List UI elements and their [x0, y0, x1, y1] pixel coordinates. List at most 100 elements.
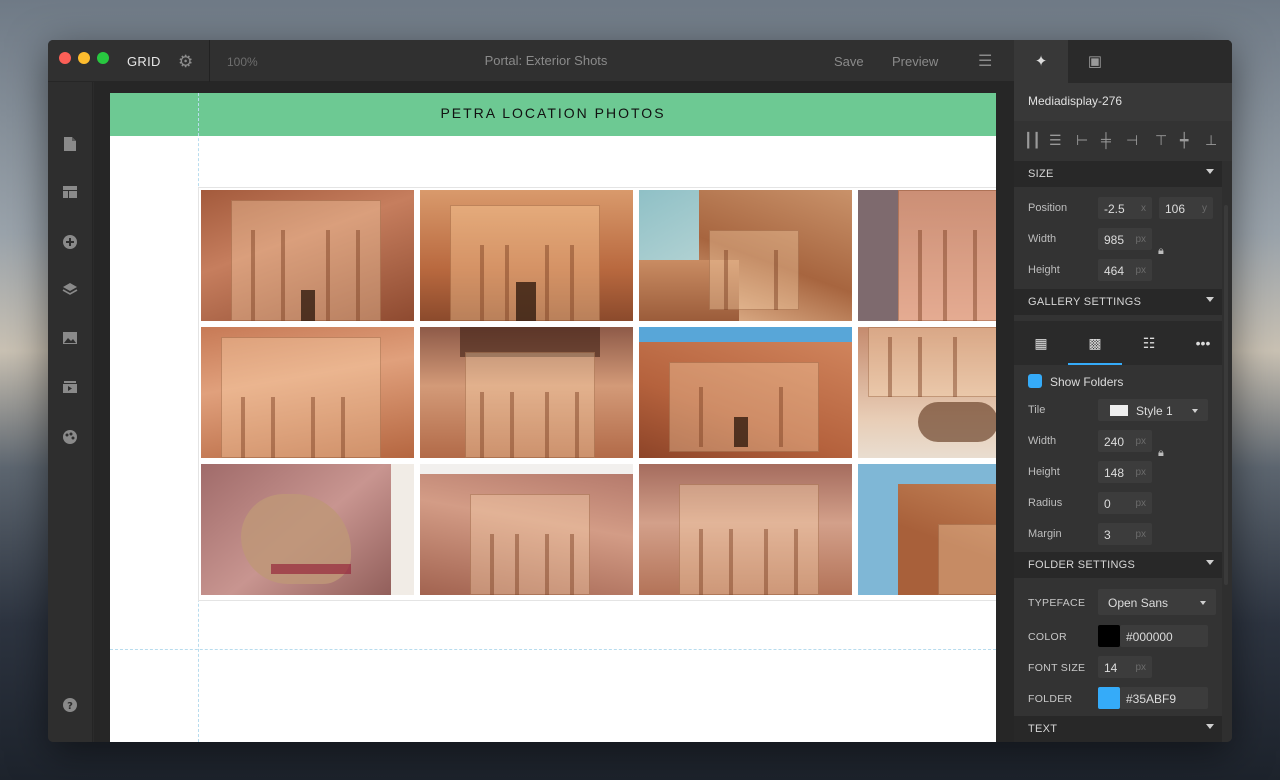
- align-middle-icon[interactable]: ┿: [1180, 132, 1188, 149]
- chevron-down-icon: [1206, 724, 1214, 729]
- magic-wand-icon[interactable]: ✦: [1014, 40, 1068, 83]
- folder-color-label: FOLDER: [1028, 693, 1073, 705]
- tile-width-label: Width: [1028, 435, 1057, 447]
- width-input[interactable]: 985 px: [1098, 228, 1152, 250]
- guide-horizontal: [110, 649, 996, 650]
- page-title[interactable]: PETRA LOCATION PHOTOS: [110, 105, 996, 121]
- font-color-input[interactable]: #000000: [1120, 625, 1208, 647]
- margin-input[interactable]: 3 px: [1098, 523, 1152, 545]
- chevron-down-icon: [1206, 297, 1214, 302]
- photo-treasury-front[interactable]: [201, 327, 414, 458]
- photo-treasury-columns[interactable]: [858, 190, 996, 321]
- help-icon[interactable]: ?: [60, 697, 80, 717]
- align-center-horizontal-icon[interactable]: ╪: [1101, 132, 1111, 148]
- text-section-title: TEXT: [1028, 723, 1058, 735]
- mosaic-layout-icon[interactable]: ▦: [1014, 321, 1068, 365]
- radius-label: Radius: [1028, 497, 1063, 509]
- text-section-header[interactable]: TEXT: [1014, 716, 1222, 742]
- distribute-vertical-icon[interactable]: ☰: [1049, 132, 1062, 149]
- radius-input[interactable]: 0 px: [1098, 492, 1152, 514]
- typeface-label: TYPEFACE: [1028, 597, 1086, 609]
- font-size-input[interactable]: 14 px: [1098, 656, 1152, 678]
- photo-treasury-wide[interactable]: [420, 464, 633, 595]
- tile-style-swatch: [1110, 405, 1128, 416]
- tile-height-label: Height: [1028, 466, 1060, 478]
- photo-camels-treasury[interactable]: [858, 327, 996, 458]
- tile-label: Tile: [1028, 404, 1046, 416]
- distribute-horizontal-icon[interactable]: ┃┃: [1024, 132, 1041, 149]
- show-folders-checkbox[interactable]: [1028, 374, 1042, 388]
- gallery-settings-header[interactable]: GALLERY SETTINGS: [1014, 289, 1222, 315]
- image-icon[interactable]: [60, 331, 80, 351]
- gallery-settings-section: ▦ ▩ ☷ ••• Show Folders Tile Style 1 Widt…: [1014, 315, 1222, 553]
- photo-treasury-angle[interactable]: [639, 464, 852, 595]
- lock-aspect-icon[interactable]: 🔒︎: [1158, 245, 1164, 258]
- layout-icon[interactable]: [60, 185, 80, 205]
- page-artboard[interactable]: PETRA LOCATION PHOTOS: [110, 93, 996, 742]
- alignment-toolbar: ┃┃ ☰ ⊢ ╪ ⊣ ⊤ ┿ ⊥: [1014, 121, 1232, 161]
- show-folders-label: Show Folders: [1050, 375, 1124, 389]
- save-button[interactable]: Save: [834, 54, 864, 69]
- grid-layout-icon[interactable]: ▩: [1068, 321, 1122, 365]
- size-section: Position -2.5 x 106 y Width 985 px Heigh…: [1014, 187, 1222, 289]
- media-gallery[interactable]: [201, 190, 996, 596]
- media-tab-icon[interactable]: ▣: [1068, 40, 1122, 83]
- folder-settings-title: FOLDER SETTINGS: [1028, 559, 1136, 571]
- tile-style-select[interactable]: Style 1: [1098, 399, 1208, 421]
- tile-width-input[interactable]: 240 px: [1098, 430, 1152, 452]
- element-name-bar: Mediadisplay-276: [1014, 83, 1232, 121]
- photo-treasury-low-angle[interactable]: [420, 190, 633, 321]
- folder-settings-section: TYPEFACE Open Sans COLOR #000000 FONT SI…: [1014, 578, 1222, 716]
- inspector-panel: ✦ ▣ Mediadisplay-276 ┃┃ ☰ ⊢ ╪ ⊣ ⊤ ┿ ⊥ SI…: [1014, 40, 1232, 742]
- chevron-down-icon: [1206, 169, 1214, 174]
- chevron-down-icon: [1192, 409, 1198, 413]
- photo-treasury-canyon[interactable]: [639, 327, 852, 458]
- titlebar: GRID ⚙ 100% Portal: Exterior Shots Save …: [48, 40, 1014, 82]
- element-name[interactable]: Mediadisplay-276: [1028, 94, 1122, 108]
- typeface-select[interactable]: Open Sans: [1098, 589, 1216, 615]
- more-options-icon[interactable]: •••: [1176, 321, 1230, 365]
- gallery-layout-tabs: ▦ ▩ ☷ •••: [1014, 321, 1222, 365]
- page-icon[interactable]: [60, 136, 80, 156]
- photo-treasury-sky[interactable]: [639, 190, 852, 321]
- media-icon[interactable]: [60, 380, 80, 400]
- size-section-header[interactable]: SIZE: [1014, 161, 1222, 187]
- photo-treasury-carved[interactable]: [420, 327, 633, 458]
- design-canvas[interactable]: PETRA LOCATION PHOTOS: [94, 82, 1014, 742]
- list-layout-icon[interactable]: ☷: [1122, 321, 1176, 365]
- svg-text:?: ?: [67, 701, 73, 712]
- add-icon[interactable]: [60, 234, 80, 254]
- folder-color-input[interactable]: #35ABF9: [1120, 687, 1208, 709]
- photo-cliff-sky[interactable]: [858, 464, 996, 595]
- layers-icon[interactable]: [60, 282, 80, 302]
- position-label: Position: [1028, 202, 1068, 214]
- preview-button[interactable]: Preview: [892, 54, 938, 69]
- align-bottom-icon[interactable]: ⊥: [1205, 132, 1217, 149]
- chevron-down-icon: [1206, 560, 1214, 565]
- position-y-input[interactable]: 106 y: [1159, 197, 1213, 219]
- gallery-settings-title: GALLERY SETTINGS: [1028, 296, 1142, 308]
- color-label: COLOR: [1028, 631, 1067, 643]
- palette-icon[interactable]: [60, 429, 80, 449]
- left-sidebar: ?: [48, 82, 93, 742]
- photo-camel-closeup[interactable]: [201, 464, 414, 595]
- folder-color-swatch[interactable]: [1098, 687, 1120, 709]
- font-size-label: FONT SIZE: [1028, 662, 1086, 674]
- align-right-icon[interactable]: ⊣: [1126, 132, 1138, 149]
- lock-tile-aspect-icon[interactable]: 🔒︎: [1158, 447, 1164, 460]
- header-band[interactable]: PETRA LOCATION PHOTOS: [110, 93, 996, 136]
- align-left-icon[interactable]: ⊢: [1076, 132, 1088, 149]
- height-input[interactable]: 464 px: [1098, 259, 1152, 281]
- chevron-down-icon: [1200, 601, 1206, 605]
- menu-icon[interactable]: ☰: [978, 51, 992, 71]
- inspector-tabs: ✦ ▣: [1014, 40, 1232, 83]
- photo-monastery-facade[interactable]: [201, 190, 414, 321]
- tile-height-input[interactable]: 148 px: [1098, 461, 1152, 483]
- panel-scrollbar[interactable]: [1224, 205, 1228, 585]
- height-label: Height: [1028, 264, 1060, 276]
- font-color-swatch[interactable]: [1098, 625, 1120, 647]
- position-x-input[interactable]: -2.5 x: [1098, 197, 1152, 219]
- align-top-icon[interactable]: ⊤: [1155, 132, 1167, 149]
- folder-settings-header[interactable]: FOLDER SETTINGS: [1014, 552, 1222, 578]
- margin-label: Margin: [1028, 528, 1062, 540]
